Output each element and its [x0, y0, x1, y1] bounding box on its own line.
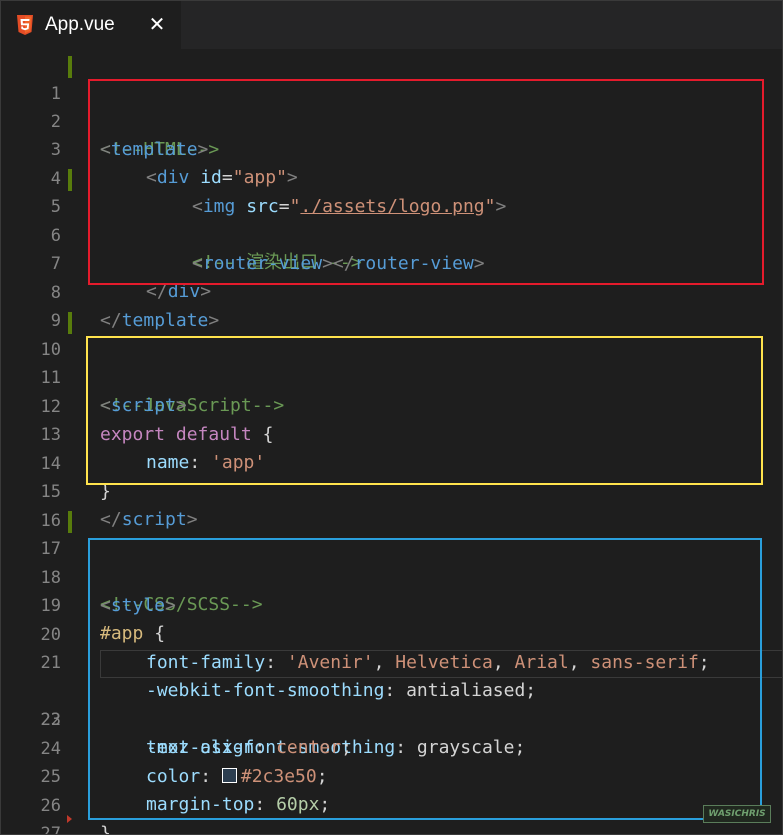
code-line: 19 #app {	[1, 564, 782, 644]
code-line: 9	[1, 279, 782, 331]
tab-title: App.vue	[45, 14, 115, 35]
code-line: 7 </div>	[1, 222, 782, 302]
code-line: 20 font-family: 'Avenir', Helvetica, Ari…	[1, 593, 782, 673]
code-line: 8 </template>	[1, 251, 782, 331]
code-line: 23 text-align: center;	[1, 678, 782, 758]
code-line: 24 color: #2c3e50;	[1, 707, 782, 787]
code-line: 6 <router-view></router-view>	[1, 194, 782, 274]
code-line: 1 <!--HTML-->	[1, 52, 782, 160]
code-editor[interactable]: 1 <!--HTML--> 2 <template> 3 <div id="ap…	[1, 51, 782, 834]
code-line: 12 export default {	[1, 365, 782, 445]
code-line-current: 22 -moz-osx-font-smoothing: grayscale;	[1, 650, 782, 758]
code-line: 27 </style>	[1, 792, 782, 834]
code-line: 25 margin-top: 60px;	[1, 735, 782, 815]
line-code: }	[100, 820, 111, 835]
code-line: 13 name: 'app'	[1, 393, 782, 473]
git-change-marker	[68, 169, 72, 191]
code-line: 17 <!--CSS/SCSS-->	[1, 507, 782, 615]
code-line: 15 </script>	[1, 450, 782, 530]
git-change-marker	[68, 56, 72, 78]
code-line: 2 <template>	[1, 80, 782, 160]
html5-icon	[17, 15, 33, 35]
watermark-logo: WASICHRIS	[703, 805, 771, 823]
code-line: 16	[1, 479, 782, 531]
editor-window: App.vue ✕ 1 <!--HTML--> 2 <template> 3 <…	[0, 0, 783, 835]
code-line: 10 <!--JavaScript-->	[1, 308, 782, 416]
close-icon[interactable]: ✕	[147, 12, 167, 36]
code-line: 26 }	[1, 764, 782, 834]
punct-token: }	[100, 823, 111, 835]
code-line: 14 }	[1, 422, 782, 502]
line-number: 27	[40, 824, 61, 835]
fold-arrow-icon[interactable]	[67, 815, 72, 823]
git-change-marker	[68, 511, 72, 533]
code-line: 11 <script>	[1, 336, 782, 416]
code-line: 18 <style>	[1, 536, 782, 616]
code-line: 4 <img src="./assets/logo.png">	[1, 137, 782, 217]
git-change-marker	[68, 312, 72, 334]
code-line: 5 <!-- 渲染出口 -->	[1, 165, 782, 273]
tab-bar: App.vue ✕	[1, 1, 782, 49]
code-line: 21 -webkit-font-smoothing: antialiased;	[1, 621, 782, 701]
current-line-highlight	[100, 650, 782, 678]
code-line: 3 <div id="app">	[1, 108, 782, 188]
